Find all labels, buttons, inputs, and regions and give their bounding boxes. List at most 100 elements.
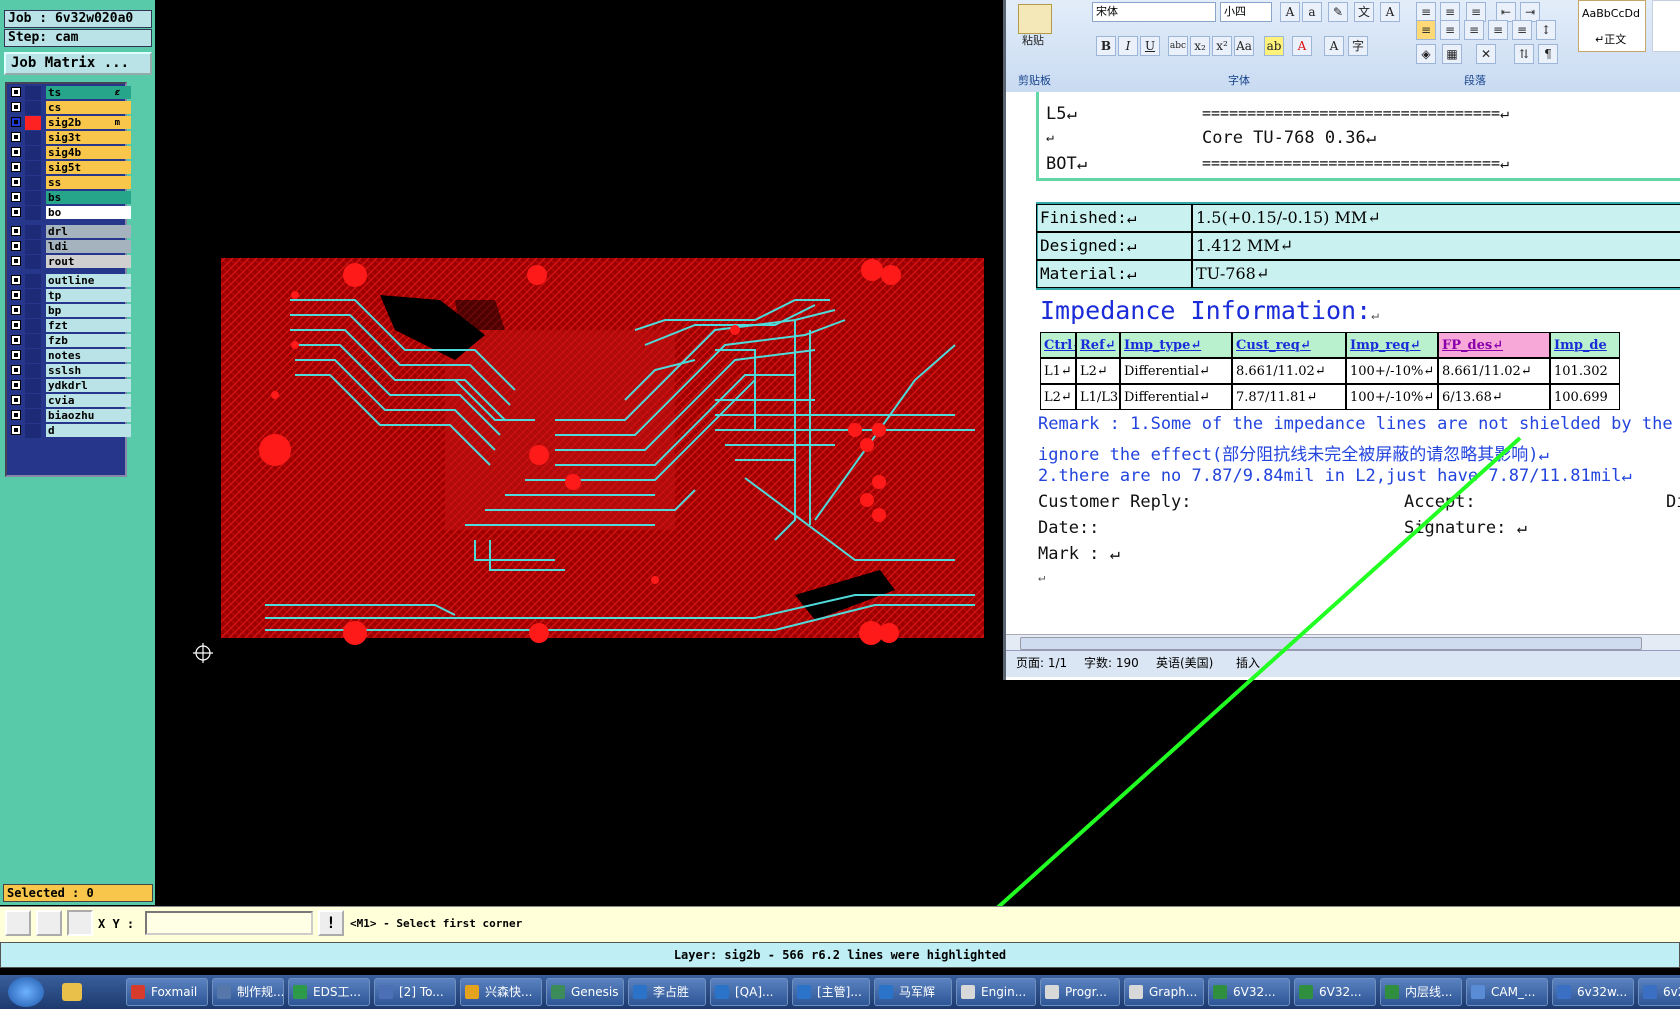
- layer-row-biaozhu[interactable]: biaozhu: [9, 409, 131, 423]
- start-button[interactable]: [8, 977, 44, 1007]
- decrease-indent-icon[interactable]: ⇤: [1496, 2, 1516, 22]
- job-matrix-button[interactable]: Job Matrix ...: [4, 52, 152, 75]
- layer-checkbox[interactable]: [11, 147, 21, 157]
- layer-row-ldi[interactable]: ldi: [9, 240, 131, 254]
- grow-font-button[interactable]: A: [1280, 2, 1300, 22]
- clear-format-button[interactable]: ✎: [1328, 2, 1348, 22]
- layer-checkbox[interactable]: [11, 410, 21, 420]
- style-normal[interactable]: AaBbCcDd ↵正文: [1578, 0, 1646, 52]
- layer-checkbox[interactable]: [11, 290, 21, 300]
- layer-name[interactable]: ss: [46, 176, 131, 189]
- layer-row-drl[interactable]: drl: [9, 225, 131, 239]
- taskbar-item[interactable]: 6v32w...: [1552, 978, 1634, 1006]
- taskbar-item[interactable]: [主管]...: [792, 978, 870, 1006]
- taskbar-item[interactable]: 兴森快...: [460, 978, 542, 1006]
- layer-checkbox[interactable]: [11, 335, 21, 345]
- layer-name[interactable]: drl: [46, 225, 131, 238]
- layer-color-swatch[interactable]: [25, 176, 41, 190]
- zoom-tool-icon[interactable]: [5, 910, 31, 936]
- layer-checkbox[interactable]: [11, 87, 21, 97]
- layer-name[interactable]: bp: [46, 304, 131, 317]
- layer-row-sig5t[interactable]: sig5t: [9, 161, 131, 175]
- layer-row-sig2b[interactable]: sig2b m: [9, 116, 131, 130]
- layer-row-tp[interactable]: tp: [9, 289, 131, 303]
- font-size-select[interactable]: 小四: [1220, 2, 1272, 22]
- shading-icon[interactable]: ◈: [1416, 44, 1436, 64]
- scrollbar-thumb[interactable]: [1020, 637, 1642, 650]
- layer-color-swatch[interactable]: [25, 116, 41, 130]
- layer-color-swatch[interactable]: [25, 255, 41, 269]
- layer-color-swatch[interactable]: [25, 161, 41, 175]
- taskbar-item[interactable]: 李占胜: [628, 978, 706, 1006]
- horizontal-scrollbar[interactable]: [1006, 634, 1680, 651]
- taskbar-item[interactable]: 6v2g7...: [1638, 978, 1680, 1006]
- layer-color-swatch[interactable]: [25, 334, 41, 348]
- layer-row-fzt[interactable]: fzt: [9, 319, 131, 333]
- layer-name[interactable]: bs: [46, 191, 131, 204]
- layer-row-ydkdrl[interactable]: ydkdrl: [9, 379, 131, 393]
- layer-checkbox[interactable]: [11, 207, 21, 217]
- layer-checkbox[interactable]: [11, 425, 21, 435]
- layer-name[interactable]: sig5t: [46, 161, 131, 174]
- underline-button[interactable]: U: [1140, 36, 1160, 56]
- layer-color-swatch[interactable]: [25, 364, 41, 378]
- layer-color-swatch[interactable]: [25, 394, 41, 408]
- sort-icon[interactable]: ⇅: [1514, 44, 1534, 64]
- layer-row-ts[interactable]: ts ȼ: [9, 86, 131, 100]
- layer-color-swatch[interactable]: [25, 319, 41, 333]
- borders-icon[interactable]: ▦: [1442, 44, 1462, 64]
- layer-checkbox[interactable]: [11, 380, 21, 390]
- layer-row-fzb[interactable]: fzb: [9, 334, 131, 348]
- layer-checkbox[interactable]: [11, 132, 21, 142]
- layer-name[interactable]: outline: [46, 274, 131, 287]
- layer-name[interactable]: ldi: [46, 240, 131, 253]
- quicklaunch-icon[interactable]: [62, 983, 82, 1001]
- layer-name[interactable]: d: [46, 424, 131, 437]
- layer-checkbox[interactable]: [11, 241, 21, 251]
- layer-row-bp[interactable]: bp: [9, 304, 131, 318]
- layer-name[interactable]: rout: [46, 255, 131, 268]
- layer-name[interactable]: cs: [46, 101, 131, 114]
- language[interactable]: 英语(美国): [1156, 651, 1213, 675]
- layer-name[interactable]: bo: [46, 206, 131, 219]
- layer-color-swatch[interactable]: [25, 289, 41, 303]
- justify-icon[interactable]: ≡: [1488, 20, 1508, 40]
- italic-button[interactable]: I: [1118, 36, 1138, 56]
- layer-color-swatch[interactable]: [25, 274, 41, 288]
- layer-row-sig4b[interactable]: sig4b: [9, 146, 131, 160]
- layer-color-swatch[interactable]: [25, 225, 41, 239]
- layer-checkbox[interactable]: [11, 256, 21, 266]
- layer-color-swatch[interactable]: [25, 349, 41, 363]
- layer-name[interactable]: fzt: [46, 319, 131, 332]
- layer-color-swatch[interactable]: [25, 240, 41, 254]
- change-case-button[interactable]: Aa: [1234, 36, 1254, 56]
- layer-row-d[interactable]: d: [9, 424, 131, 438]
- highlight-icon[interactable]: ab: [1264, 36, 1284, 56]
- font-name-select[interactable]: 宋体: [1092, 2, 1216, 22]
- layer-checkbox[interactable]: [11, 162, 21, 172]
- taskbar-item[interactable]: 内层线...: [1380, 978, 1462, 1006]
- document-page[interactable]: ==== L5↵ ===============================…: [1006, 92, 1680, 640]
- taskbar-item[interactable]: [QA]...: [710, 978, 788, 1006]
- shrink-font-button[interactable]: a: [1302, 2, 1322, 22]
- taskbar-item[interactable]: 6V32...: [1208, 978, 1290, 1006]
- layer-checkbox[interactable]: [11, 350, 21, 360]
- taskbar-item[interactable]: [2] To...: [374, 978, 456, 1006]
- style-next[interactable]: [1652, 0, 1680, 52]
- layer-name[interactable]: fzb: [46, 334, 131, 347]
- grid-tool-icon[interactable]: [67, 910, 93, 936]
- multilevel-list-icon[interactable]: ≡: [1466, 2, 1486, 22]
- layer-checkbox[interactable]: [11, 117, 21, 127]
- layer-name[interactable]: cvia: [46, 394, 131, 407]
- layer-color-swatch[interactable]: [25, 304, 41, 318]
- layer-row-notes[interactable]: notes: [9, 349, 131, 363]
- layer-row-cvia[interactable]: cvia: [9, 394, 131, 408]
- layer-row-bs[interactable]: bs: [9, 191, 131, 205]
- align-left-icon[interactable]: ≡: [1416, 20, 1436, 40]
- char-shading-button[interactable]: A: [1324, 36, 1344, 56]
- paste-label[interactable]: 粘贴: [1022, 32, 1044, 48]
- layer-checkbox[interactable]: [11, 320, 21, 330]
- show-marks-icon[interactable]: ¶: [1538, 44, 1558, 64]
- taskbar-item[interactable]: Genesis: [546, 978, 624, 1006]
- layer-color-swatch[interactable]: [25, 379, 41, 393]
